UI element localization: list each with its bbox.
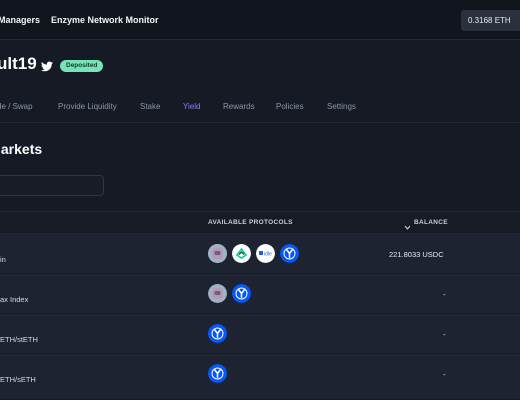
table-row[interactable]: ETH/sETH - (0, 354, 520, 400)
row-asset-name: ETH/stETH (0, 335, 38, 344)
row-balance: 221.8033 USDC (389, 250, 444, 259)
compound-icon[interactable] (232, 244, 251, 263)
tab-yield[interactable]: Yield (183, 102, 201, 111)
table-row[interactable]: ETH/stETH - (0, 314, 520, 354)
aave-icon[interactable] (208, 244, 227, 263)
header-available-protocols: AVAILABLE PROTOCOLS (208, 219, 293, 226)
idle-icon[interactable]: idle (256, 244, 275, 263)
vault-title: ult19 (0, 54, 37, 73)
tab-rewards[interactable]: Rewards (223, 102, 255, 111)
row-asset-name: ax Index (0, 295, 29, 304)
section-title: larkets (0, 141, 43, 157)
header-balance[interactable]: BALANCE (414, 219, 448, 226)
eth-balance-chip[interactable]: 0.3168 ETH (461, 10, 520, 31)
table-row[interactable]: in idle 221.8033 USDC (0, 234, 520, 274)
tab-provide-liquidity[interactable]: Provide Liquidity (58, 102, 117, 111)
row-asset-name: ETH/sETH (0, 375, 36, 384)
row-balance: - (443, 290, 446, 299)
row-balance: - (443, 370, 446, 379)
svg-text:idle: idle (264, 252, 272, 258)
nav-network-monitor-link[interactable]: Enzyme Network Monitor (51, 15, 159, 25)
table-row[interactable]: ax Index - (0, 274, 520, 314)
row-balance: - (443, 330, 446, 339)
nav-managers-link[interactable]: Managers (0, 15, 40, 25)
yearn-icon[interactable] (208, 364, 227, 383)
table-header: AVAILABLE PROTOCOLS BALANCE (0, 211, 520, 234)
deposited-badge: Deposited (60, 60, 104, 72)
aave-icon[interactable] (208, 284, 227, 303)
yearn-icon[interactable] (208, 324, 227, 343)
tab-policies[interactable]: Policies (276, 102, 304, 111)
tab-settings[interactable]: Settings (327, 102, 356, 111)
tabs-divider (0, 122, 520, 123)
top-bar: Managers Enzyme Network Monitor 0.3168 E… (0, 0, 520, 40)
tab-stake[interactable]: Stake (140, 102, 160, 111)
search-input[interactable] (0, 175, 104, 196)
sort-chevron-icon[interactable] (404, 218, 411, 230)
yearn-icon[interactable] (280, 244, 299, 263)
row-asset-name: in (0, 255, 6, 264)
yearn-icon[interactable] (232, 284, 251, 303)
twitter-icon[interactable] (41, 61, 53, 72)
tab-trade-swap[interactable]: de / Swap (0, 102, 33, 111)
